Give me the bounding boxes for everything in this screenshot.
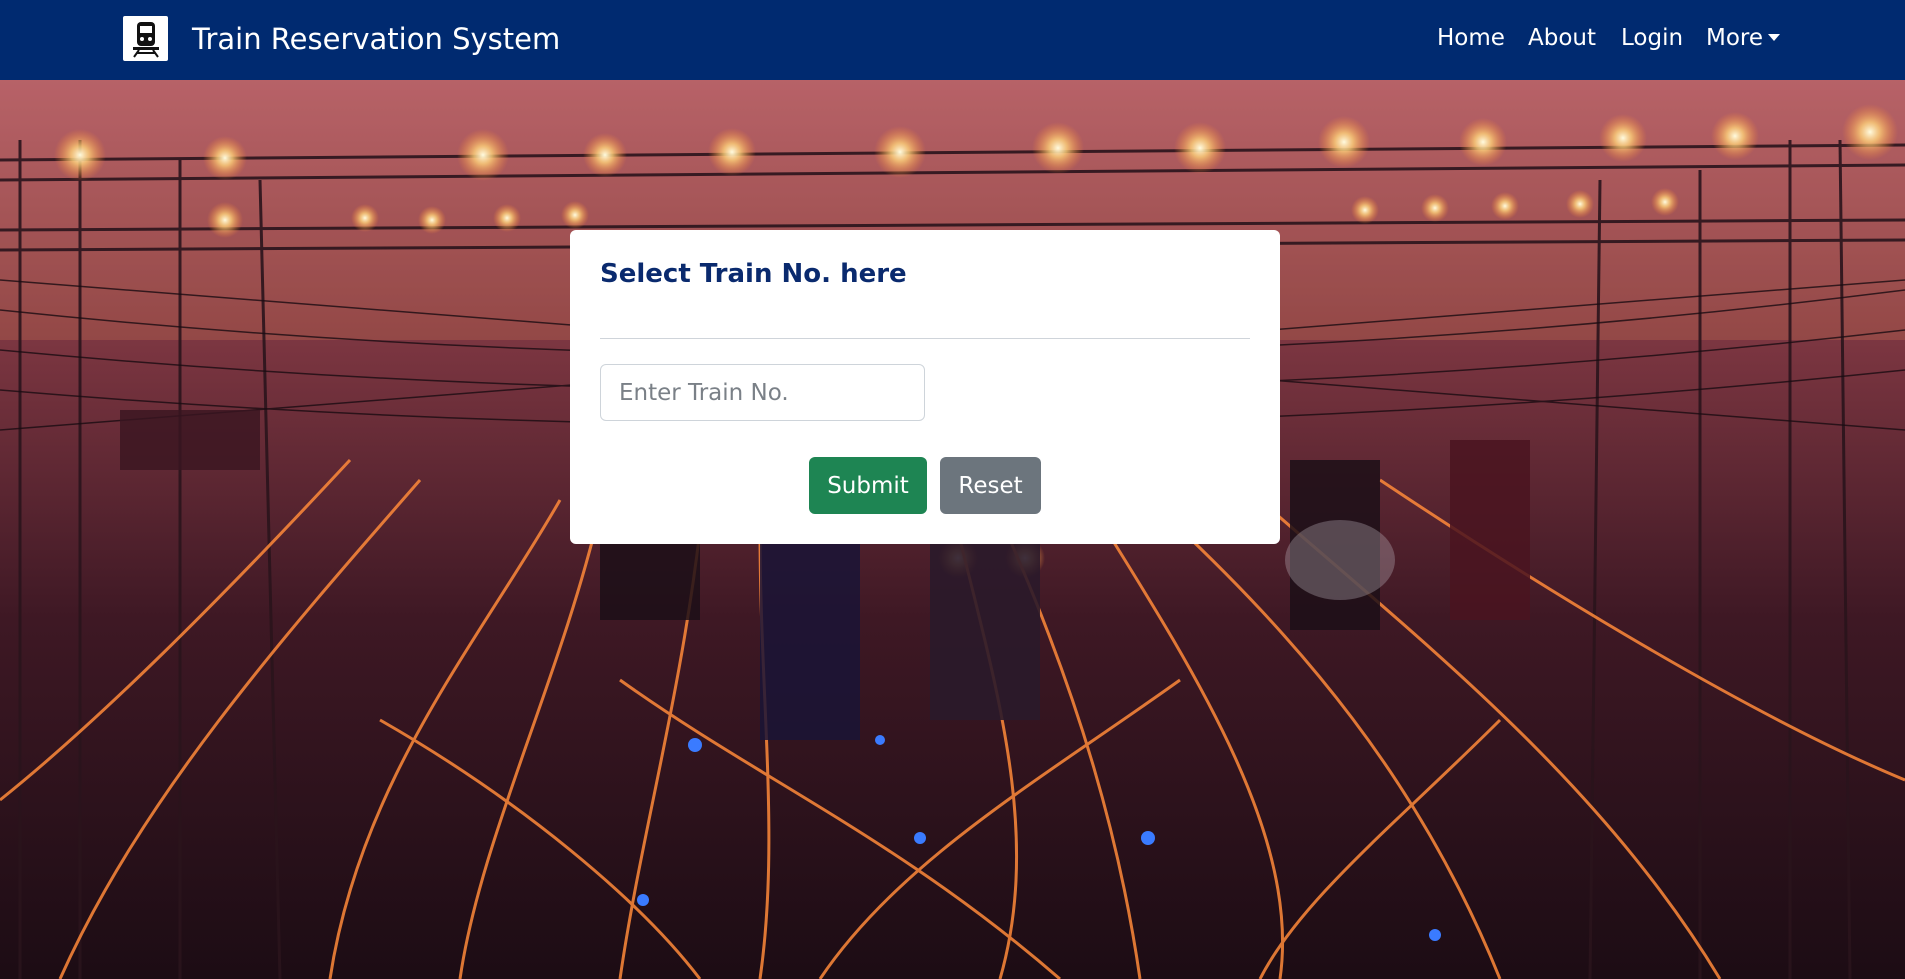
nav-more-dropdown[interactable]: More (1706, 22, 1781, 54)
nav-more-label: More (1706, 25, 1764, 51)
nav-home-link[interactable]: Home (1437, 22, 1505, 54)
train-select-card: Select Train No. here Submit Reset (570, 230, 1280, 544)
reset-button[interactable]: Reset (940, 457, 1041, 514)
divider (600, 338, 1250, 339)
train-no-input[interactable] (600, 364, 925, 421)
submit-button[interactable]: Submit (809, 457, 927, 514)
nav-about-link[interactable]: About (1528, 22, 1596, 54)
train-icon[interactable] (123, 16, 168, 61)
card-title: Select Train No. here (600, 259, 907, 289)
nav-login-link[interactable]: Login (1621, 22, 1683, 54)
top-navbar: Train Reservation System Home About Logi… (0, 0, 1905, 80)
brand-title[interactable]: Train Reservation System (192, 19, 560, 59)
chevron-down-icon (1768, 34, 1781, 41)
